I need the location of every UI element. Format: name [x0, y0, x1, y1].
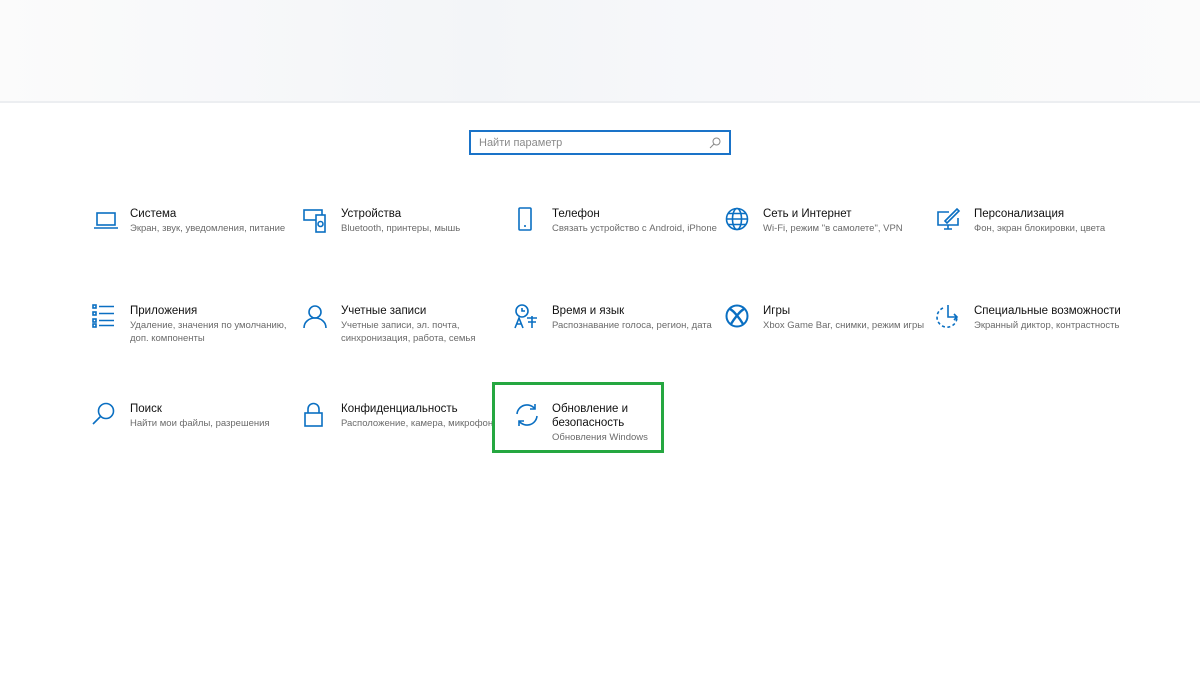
tile-title: Приложения	[130, 305, 198, 317]
tile-title: Система	[130, 208, 177, 220]
apps-list-icon	[92, 304, 114, 328]
tile-desc: Bluetooth, принтеры, мышь	[341, 223, 461, 234]
tile-desc: Найти мои файлы, разрешения	[130, 418, 270, 429]
tile-title: Конфиденциальность	[341, 403, 458, 415]
search-placeholder: Найти параметр	[479, 136, 563, 149]
tile-title: Специальные возможности	[974, 305, 1121, 317]
tile-desc: Экранный диктор, контрастность	[974, 320, 1120, 331]
tile-title: Телефон	[552, 208, 600, 220]
tile-desc: Фон, экран блокировки, цвета	[974, 223, 1106, 234]
tile-time-language[interactable]: Время и язык Распознавание голоса, регион…	[514, 304, 719, 333]
tile-desc: Связать устройство с Android, iPhone	[552, 223, 717, 234]
tile-search[interactable]: Поиск Найти мои файлы, разрешения	[92, 402, 297, 431]
xbox-icon	[725, 304, 749, 328]
highlight-box	[492, 382, 664, 453]
tile-title: Игры	[763, 305, 791, 317]
accessibility-icon	[936, 305, 959, 328]
search-icon	[709, 137, 721, 148]
tile-desc: Распознавание голоса, регион, дата	[552, 320, 712, 331]
personalization-icon	[937, 207, 961, 230]
tile-desc: Удаление, значения по умолчанию, доп. ко…	[130, 320, 287, 344]
tile-title: Поиск	[130, 403, 162, 415]
tile-title: Персонализация	[974, 208, 1065, 220]
tile-accounts[interactable]: Учетные записи Учетные записи, эл. почта,…	[303, 304, 508, 345]
tile-desc: Xbox Game Bar, снимки, режим игры	[763, 320, 925, 331]
person-icon	[303, 305, 327, 329]
tile-apps[interactable]: Приложения Удаление, значения по умолчани…	[92, 304, 297, 345]
time-language-icon	[514, 304, 537, 329]
tile-desc: Учетные записи, эл. почта, синхронизация…	[341, 320, 476, 344]
tile-gaming[interactable]: Игры Xbox Game Bar, снимки, режим игры	[725, 304, 930, 333]
search-icon	[92, 402, 115, 425]
tile-desc: Расположение, камера, микрофон	[341, 418, 494, 429]
tile-title: Устройства	[341, 208, 402, 220]
window-header	[0, 0, 1200, 103]
tile-system[interactable]: Система Экран, звук, уведомления, питание	[92, 207, 297, 236]
tile-desc: Экран, звук, уведомления, питание	[130, 223, 286, 234]
tile-title: Учетные записи	[341, 305, 427, 317]
tile-accessibility[interactable]: Специальные возможности Экранный диктор, …	[936, 304, 1141, 333]
tile-network[interactable]: Сеть и Интернет Wi-Fi, режим "в самолете"…	[725, 207, 930, 236]
tile-title: Время и язык	[552, 305, 625, 317]
devices-icon	[303, 209, 326, 233]
search-input[interactable]: Найти параметр	[469, 130, 731, 155]
globe-icon	[725, 207, 749, 231]
lock-icon	[304, 402, 323, 427]
laptop-icon	[94, 212, 118, 229]
tile-desc: Wi-Fi, режим "в самолете", VPN	[763, 223, 903, 234]
tile-title: Сеть и Интернет	[763, 208, 852, 220]
tile-phone[interactable]: Телефон Связать устройство с Android, iPh…	[514, 207, 719, 236]
tile-devices[interactable]: Устройства Bluetooth, принтеры, мышь	[303, 207, 508, 236]
tile-privacy[interactable]: Конфиденциальность Расположение, камера, …	[303, 402, 508, 431]
phone-icon	[518, 207, 532, 231]
tile-personalization[interactable]: Персонализация Фон, экран блокировки, цве…	[936, 207, 1141, 236]
